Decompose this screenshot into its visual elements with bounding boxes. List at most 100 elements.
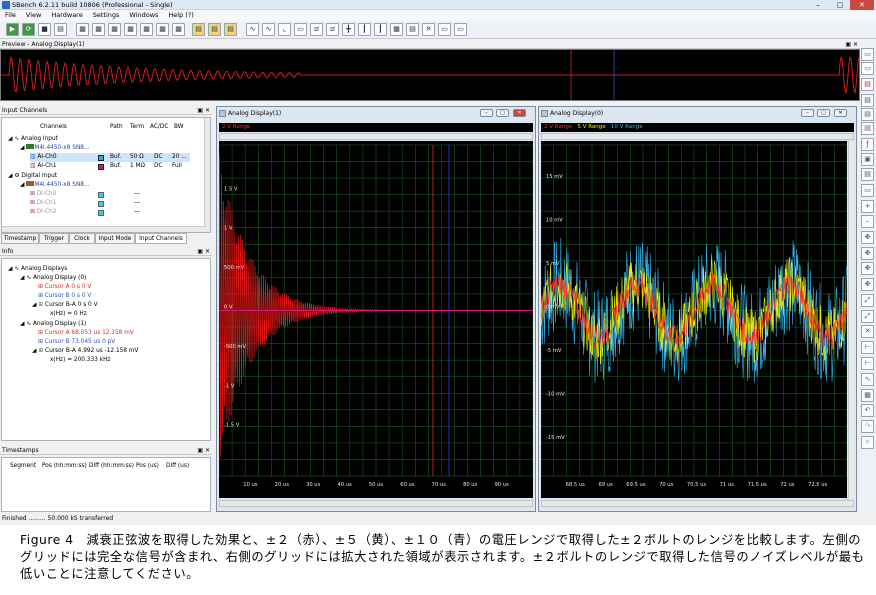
preview-display[interactable] [0, 49, 860, 101]
info-item-analog-displays[interactable]: ◢ ∿ Analog Displays [8, 265, 67, 274]
info-item-display1[interactable]: ◢ ∿ Analog Display (1) [20, 320, 86, 329]
display-histogram-icon[interactable]: ▦ [140, 23, 153, 36]
channel-color-swatch[interactable] [98, 201, 104, 207]
channel-color-swatch[interactable] [98, 155, 104, 161]
column-header-diff[interactable]: Diff (hh:mm:ss) [89, 462, 134, 471]
stop-icon[interactable]: ■ [38, 23, 51, 36]
column-header-bw[interactable]: BW [174, 123, 184, 132]
pin-icon[interactable]: ▣ ✕ [197, 106, 210, 115]
info-item-display0[interactable]: ◢ ∿ Analog Display (0) [20, 274, 86, 283]
pin-icon[interactable]: ▣ ✕ [197, 247, 210, 256]
ai-ch0-term[interactable]: 50 Ω [130, 153, 144, 162]
tab-trigger[interactable]: Trigger [39, 233, 69, 244]
display-info-icon[interactable]: ▦ [156, 23, 169, 36]
zoom-y-icon[interactable]: ▭ [294, 23, 307, 36]
redo-icon[interactable]: ↷ [861, 420, 874, 433]
window-minimize-button[interactable]: – [480, 109, 493, 117]
vertical-scrollbar[interactable] [204, 118, 210, 232]
column-header-channels[interactable]: Channels [40, 123, 67, 132]
display-table-icon[interactable]: ▦ [172, 23, 185, 36]
tree-item-ai-ch1[interactable]: ▥ AI-Ch1 [30, 162, 57, 171]
tab-input-channels[interactable]: Input Channels [135, 233, 187, 244]
axis-2-icon[interactable]: ⊢ [861, 357, 874, 370]
menu-help[interactable]: Help (?) [163, 10, 198, 21]
channel-color-swatch[interactable] [98, 210, 104, 216]
analog-display-0-plot[interactable]: 15 mV 10 mV 5 mV 0 mV -5 mV -10 mV -15 mV 68.5 … [540, 141, 848, 498]
move-icon[interactable]: ✥ [861, 231, 874, 244]
analog-display-1-window[interactable]: Analog Display(1) – ▢ ✕ 2 V Range 1.5 V1… [216, 106, 536, 512]
ai-ch1-acdc[interactable]: DC [154, 162, 163, 171]
tree-item-card-analog[interactable]: ◢ M4i.4450-x8 SN8... [20, 144, 90, 153]
zoom-in-icon[interactable]: ∿ [246, 23, 259, 36]
columns-icon[interactable]: ┃ [358, 23, 371, 36]
tree-item-digital-input[interactable]: ◢ ⚙ Digital Input [8, 172, 57, 181]
info-item-cursor-ba0[interactable]: ◢ ⊞ Cursor B-A 0 s 0 V [32, 301, 98, 310]
function-icon[interactable]: ƒ [861, 138, 874, 151]
tree-item-di-ch1[interactable]: ⊠ DI-Ch1 [30, 199, 56, 208]
window-maximize-button[interactable]: ▢ [817, 109, 830, 117]
analog-display-1-titlebar[interactable]: Analog Display(1) – ▢ ✕ [217, 107, 535, 120]
channel-color-swatch[interactable] [98, 164, 104, 170]
window-close-button[interactable]: ✕ [513, 109, 526, 117]
grid-icon[interactable]: ▦ [861, 389, 874, 402]
column-header-pos[interactable]: Pos (hh:mm:ss) [42, 462, 87, 471]
column-header-term[interactable]: Term [130, 123, 144, 132]
display-icon[interactable]: ▦ [76, 23, 89, 36]
shrink-icon[interactable]: ✕ [861, 325, 874, 338]
column-header-segment[interactable]: Segment [10, 462, 36, 471]
cascade-icon[interactable]: ▤ [406, 23, 419, 36]
move-4-icon[interactable]: ✥ [861, 278, 874, 291]
settings-icon[interactable]: ▤ [861, 122, 874, 135]
autoscale-icon[interactable]: ⧄ [326, 23, 339, 36]
add-icon[interactable]: + [861, 200, 874, 213]
delete-icon[interactable]: ✕ [861, 436, 874, 449]
tree-item-di-ch0[interactable]: ⊠ DI-Ch0 [30, 190, 56, 199]
column-header-acdc[interactable]: AC/DC [150, 123, 168, 132]
rows-icon[interactable]: ┃ [374, 23, 387, 36]
close-all-icon[interactable]: ✕ [422, 23, 435, 36]
import-icon[interactable]: ▤ [224, 23, 237, 36]
display-vertical-scrollbar[interactable] [848, 141, 855, 498]
list-icon[interactable]: ▤ [861, 108, 874, 121]
ai-ch0-path[interactable]: Buf. [110, 153, 121, 162]
display-scrollbar-bottom[interactable] [541, 500, 854, 507]
info-item-cursor-a1[interactable]: ⊞ Cursor A 68.053 us 12.158 mV [38, 329, 134, 338]
copy-icon[interactable]: ▤ [861, 168, 874, 181]
display-digital-icon[interactable]: ▦ [124, 23, 137, 36]
display-scrollbar-bottom[interactable] [219, 500, 533, 507]
scope-icon[interactable]: ▣ [861, 153, 874, 166]
ai-ch1-path[interactable]: Buf. [110, 162, 121, 171]
calc-icon[interactable]: ▤ [192, 23, 205, 36]
axis-icon[interactable]: ⊢ [861, 341, 874, 354]
ai-ch0-bw[interactable]: 20 ... [172, 153, 187, 162]
pin-icon[interactable]: ▣ ✕ [845, 40, 858, 49]
tree-item-analog-input[interactable]: ◢ ∿ Analog Input [8, 135, 58, 144]
menu-hardware[interactable]: Hardware [46, 10, 87, 21]
marker-icon[interactable]: ▤ [861, 78, 874, 91]
tree-item-di-ch2[interactable]: ⊠ DI-Ch2 [30, 208, 56, 217]
move-3-icon[interactable]: ✥ [861, 262, 874, 275]
info-item-cursor-ba1[interactable]: ◢ ⊞ Cursor B-A 4.992 us -12.158 mV [32, 347, 138, 356]
zoom-x-icon[interactable]: ⌞ [278, 23, 291, 36]
window-maximize-button[interactable]: ▢ [496, 109, 509, 117]
remove-icon[interactable]: – [861, 215, 874, 228]
analog-display-0-window[interactable]: Analog Display(0) – ▢ ✕ 2 V Range 5 V Ra… [538, 106, 857, 512]
fit-icon[interactable]: ⤢ [861, 294, 874, 307]
info-item-cursor-a0[interactable]: ⊞ Cursor A 0 s 0 V [38, 283, 91, 292]
panel-2-icon[interactable]: ▭ [861, 62, 874, 75]
continuous-icon[interactable]: ⟳ [22, 23, 35, 36]
tile-icon[interactable]: ▦ [390, 23, 403, 36]
record-icon[interactable]: ▤ [54, 23, 67, 36]
window-minimize-button[interactable]: – [801, 109, 814, 117]
column-header-path[interactable]: Path [110, 123, 123, 132]
analog-display-1-plot[interactable]: 1.5 V 1 V 500 mV 0 V -500 mV -1 V -1.5 V 10 us 2… [218, 141, 534, 498]
maximize-button[interactable]: ▢ [828, 0, 852, 10]
zoom-out-icon[interactable]: ∿ [262, 23, 275, 36]
menu-settings[interactable]: Settings [88, 10, 125, 21]
window-restore-icon[interactable]: ▭ [454, 23, 467, 36]
display-scrollbar-top[interactable] [541, 133, 854, 140]
ai-ch1-bw[interactable]: Full [172, 162, 182, 171]
channel-color-swatch[interactable] [98, 192, 104, 198]
ai-ch1-term[interactable]: 1 MΩ [130, 162, 145, 171]
info-item-cursor-b0[interactable]: ⊞ Cursor B 0 s 0 V [38, 292, 91, 301]
